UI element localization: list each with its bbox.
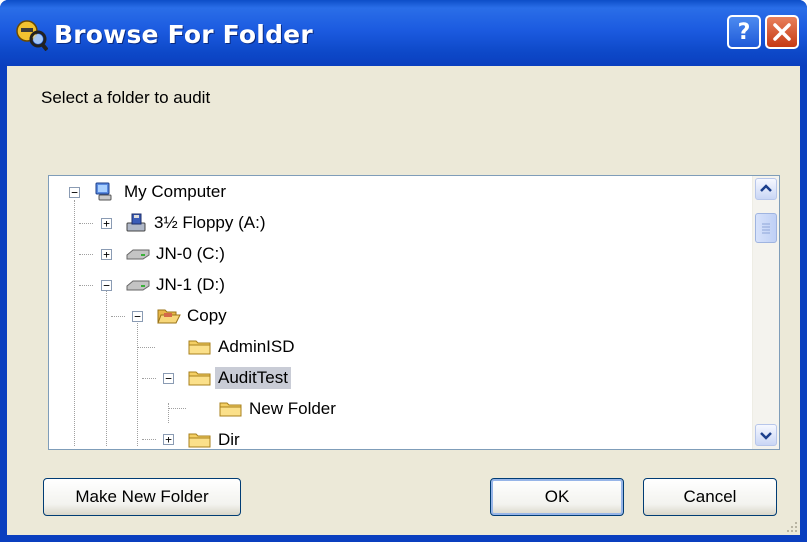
tree-node-drive-c[interactable]: JN-0 (C:) bbox=[125, 242, 228, 266]
help-button[interactable]: ? bbox=[727, 15, 761, 49]
computer-icon bbox=[95, 182, 112, 201]
tree-node-label: Copy bbox=[187, 306, 227, 325]
title-bar[interactable]: Browse For Folder ? bbox=[0, 0, 807, 66]
tree-node-my-computer[interactable]: My Computer bbox=[93, 180, 229, 204]
floppy-drive-icon bbox=[126, 213, 146, 232]
tree-node-label: JN-0 (C:) bbox=[156, 244, 225, 263]
tree-node-adminisd[interactable]: AdminISD bbox=[187, 335, 298, 359]
tree-node-new-folder[interactable]: New Folder bbox=[218, 397, 339, 421]
scroll-down-button[interactable] bbox=[755, 424, 777, 446]
audit-app-icon bbox=[16, 20, 48, 51]
folder-icon bbox=[188, 371, 211, 386]
expander-my-computer[interactable]: − bbox=[69, 187, 80, 198]
expander-copy[interactable]: − bbox=[132, 311, 143, 322]
chevron-up-icon bbox=[760, 184, 772, 192]
expander-drive-d[interactable]: − bbox=[101, 280, 112, 291]
tree-node-label: Dir bbox=[218, 430, 240, 449]
grip-lines-icon bbox=[762, 223, 770, 234]
tree-node-label: My Computer bbox=[124, 182, 227, 201]
expander-dir[interactable]: + bbox=[163, 434, 174, 445]
tree-node-label: 3½ Floppy (A:) bbox=[154, 213, 266, 232]
resize-grip-icon[interactable] bbox=[784, 519, 798, 533]
folder-tree[interactable]: − My Computer + 3½ Floppy (A:) + JN-0 (C… bbox=[48, 175, 780, 450]
close-button[interactable] bbox=[765, 15, 799, 49]
tree-node-floppy[interactable]: 3½ Floppy (A:) bbox=[125, 211, 269, 235]
scroll-up-button[interactable] bbox=[755, 178, 777, 200]
vertical-scrollbar[interactable] bbox=[752, 176, 779, 449]
open-folder-icon bbox=[157, 309, 181, 324]
tree-node-label: JN-1 (D:) bbox=[156, 275, 225, 294]
ok-button[interactable]: OK bbox=[490, 478, 624, 516]
tree-node-copy[interactable]: Copy bbox=[156, 304, 230, 328]
expander-drive-c[interactable]: + bbox=[101, 249, 112, 260]
tree-node-drive-d[interactable]: JN-1 (D:) bbox=[125, 273, 228, 297]
chevron-down-icon bbox=[760, 432, 772, 440]
tree-node-label: New Folder bbox=[249, 399, 336, 418]
dialog-client-area: Select a folder to audit − My Computer +… bbox=[7, 66, 800, 535]
hard-drive-icon bbox=[126, 249, 150, 260]
close-icon bbox=[773, 23, 791, 41]
folder-icon bbox=[219, 402, 242, 417]
window-title: Browse For Folder bbox=[54, 20, 313, 49]
folder-icon bbox=[188, 433, 211, 448]
expander-floppy[interactable]: + bbox=[101, 218, 112, 229]
cancel-button[interactable]: Cancel bbox=[643, 478, 777, 516]
browse-for-folder-dialog: Browse For Folder ? Select a folder to a… bbox=[0, 0, 807, 542]
tree-node-label-selected: AuditTest bbox=[215, 367, 291, 389]
tree-node-audittest[interactable]: AuditTest bbox=[187, 366, 291, 390]
tree-node-label: AdminISD bbox=[218, 337, 295, 356]
make-new-folder-button[interactable]: Make New Folder bbox=[43, 478, 241, 516]
instruction-text: Select a folder to audit bbox=[41, 88, 211, 107]
tree-node-dir[interactable]: Dir bbox=[187, 428, 243, 449]
scroll-thumb[interactable] bbox=[755, 213, 777, 243]
hard-drive-icon bbox=[126, 280, 150, 291]
help-icon: ? bbox=[737, 19, 751, 45]
expander-audittest[interactable]: − bbox=[163, 373, 174, 384]
folder-icon bbox=[188, 340, 211, 355]
